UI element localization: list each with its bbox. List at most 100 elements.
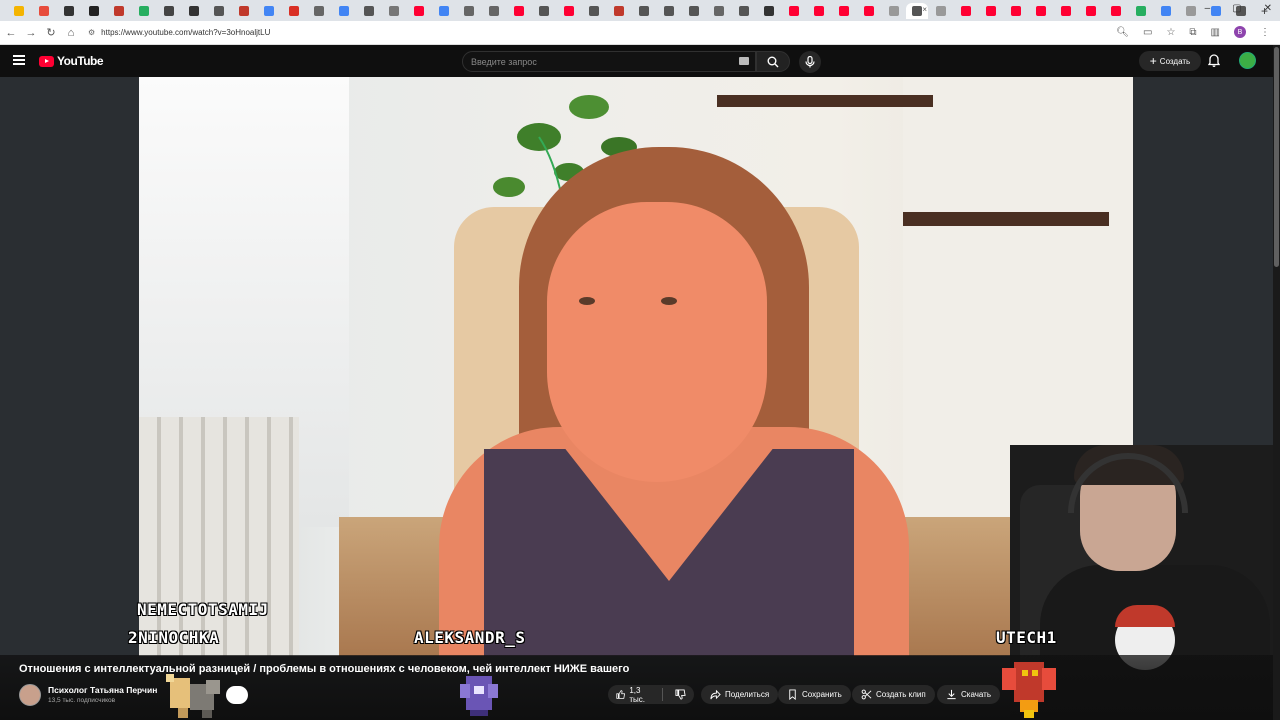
- browser-tab[interactable]: [406, 3, 431, 19]
- minimize-icon[interactable]: –: [1205, 3, 1211, 14]
- browser-tab[interactable]: [1078, 3, 1103, 19]
- browser-tab[interactable]: [881, 3, 906, 19]
- create-button-label: Создать: [1159, 56, 1191, 66]
- browser-tab[interactable]: [1028, 3, 1053, 19]
- browser-tab[interactable]: [56, 3, 81, 19]
- browser-tab[interactable]: [156, 3, 181, 19]
- browser-tab[interactable]: [731, 3, 756, 19]
- browser-tab[interactable]: [1153, 3, 1178, 19]
- cast-icon[interactable]: ▭: [1143, 27, 1152, 38]
- browser-tab[interactable]: [481, 3, 506, 19]
- browser-tab-strip: × +: [0, 0, 1280, 21]
- back-icon[interactable]: ←: [2, 27, 20, 39]
- reload-icon[interactable]: ↻: [42, 26, 60, 39]
- browser-tab[interactable]: [1178, 3, 1203, 19]
- browser-tab[interactable]: [256, 3, 281, 19]
- browser-tab[interactable]: [1003, 3, 1028, 19]
- search-input[interactable]: [463, 52, 723, 72]
- tab-favicon-icon: [863, 5, 874, 16]
- browser-tab[interactable]: [928, 3, 953, 19]
- browser-tab[interactable]: [806, 3, 831, 19]
- tab-favicon-icon: [38, 5, 49, 16]
- voice-search-button[interactable]: [799, 51, 821, 73]
- forward-icon[interactable]: →: [22, 27, 40, 39]
- browser-tab[interactable]: [31, 3, 56, 19]
- browser-tab[interactable]: [656, 3, 681, 19]
- overlay-username: ALEKSANDR_S: [414, 628, 526, 647]
- browser-tab[interactable]: [953, 3, 978, 19]
- browser-tab[interactable]: [331, 3, 356, 19]
- create-button[interactable]: + Создать: [1139, 51, 1201, 71]
- browser-tab[interactable]: [81, 3, 106, 19]
- browser-tab[interactable]: [506, 3, 531, 19]
- keyboard-icon[interactable]: [739, 57, 749, 65]
- bookmark-icon: [789, 689, 796, 700]
- browser-tab[interactable]: [281, 3, 306, 19]
- browser-tab[interactable]: [606, 3, 631, 19]
- browser-menu-icon[interactable]: ⋮: [1260, 27, 1270, 38]
- browser-tab[interactable]: [306, 3, 331, 19]
- browser-tab[interactable]: [756, 3, 781, 19]
- channel-name[interactable]: Психолог Татьяна Перчин: [48, 685, 157, 695]
- browser-tab[interactable]: [856, 3, 881, 19]
- youtube-logo[interactable]: YouTube: [39, 54, 104, 68]
- tab-favicon-icon: [588, 5, 599, 16]
- browser-tab[interactable]: [978, 3, 1003, 19]
- bookmark-star-icon[interactable]: ☆: [1166, 27, 1175, 38]
- hamburger-menu-icon[interactable]: [13, 55, 25, 65]
- browser-tab[interactable]: [181, 3, 206, 19]
- tab-favicon-icon: [713, 5, 724, 16]
- notifications-bell-icon[interactable]: [1207, 53, 1221, 72]
- user-avatar[interactable]: [1239, 52, 1256, 69]
- sidebar-icon[interactable]: ▥: [1211, 27, 1220, 38]
- browser-tab[interactable]: [781, 3, 806, 19]
- tab-favicon-icon: [935, 5, 946, 16]
- extensions-icon[interactable]: ⧉: [1189, 27, 1196, 38]
- browser-tab[interactable]: [1103, 3, 1128, 19]
- browser-tab[interactable]: [1128, 3, 1153, 19]
- video-shelf: [717, 95, 933, 107]
- search-button[interactable]: [756, 51, 790, 72]
- dislike-button[interactable]: [667, 689, 694, 700]
- browser-tab[interactable]: [431, 3, 456, 19]
- create-clip-button[interactable]: Создать клип: [852, 685, 935, 704]
- like-button[interactable]: 1,3 тыс.: [608, 686, 663, 704]
- close-window-icon[interactable]: ✕: [1264, 3, 1272, 14]
- browser-tab[interactable]: [381, 3, 406, 19]
- close-tab-icon[interactable]: ×: [922, 5, 927, 14]
- video-player[interactable]: [0, 77, 1280, 720]
- home-icon[interactable]: ⌂: [62, 27, 80, 39]
- browser-tab[interactable]: [206, 3, 231, 19]
- video-frame[interactable]: [139, 77, 1133, 656]
- search-box: [462, 51, 756, 72]
- video-title: Отношения с интеллектуальной разницей / …: [19, 663, 630, 675]
- browser-tab[interactable]: [131, 3, 156, 19]
- browser-tab[interactable]: ×: [906, 2, 928, 19]
- browser-tab[interactable]: [106, 3, 131, 19]
- download-button[interactable]: Скачать: [937, 685, 1000, 704]
- share-button[interactable]: Поделиться: [701, 685, 779, 704]
- browser-tab[interactable]: [556, 3, 581, 19]
- browser-tab[interactable]: [456, 3, 481, 19]
- browser-tab[interactable]: [681, 3, 706, 19]
- maximize-icon[interactable]: ▢: [1232, 3, 1241, 14]
- profile-avatar[interactable]: B: [1234, 26, 1246, 38]
- browser-tab[interactable]: [231, 3, 256, 19]
- scrollbar-thumb[interactable]: [1274, 47, 1279, 267]
- url-field[interactable]: ⚙ https://www.youtube.com/watch?v=3oHnoa…: [88, 28, 270, 37]
- channel-avatar[interactable]: [19, 684, 41, 706]
- browser-tab[interactable]: [1053, 3, 1078, 19]
- browser-tab[interactable]: [631, 3, 656, 19]
- tab-favicon-icon: [738, 5, 749, 16]
- zoom-icon[interactable]: 🔍︎: [1116, 27, 1129, 38]
- browser-tab[interactable]: [531, 3, 556, 19]
- browser-tab[interactable]: [356, 3, 381, 19]
- browser-tab[interactable]: [831, 3, 856, 19]
- save-button[interactable]: Сохранить: [778, 685, 851, 704]
- page-scrollbar[interactable]: [1273, 45, 1280, 720]
- browser-tab[interactable]: [581, 3, 606, 19]
- browser-tab[interactable]: [6, 3, 31, 19]
- url-text[interactable]: https://www.youtube.com/watch?v=3oHnoalj…: [101, 28, 270, 37]
- site-info-icon[interactable]: ⚙: [88, 28, 95, 37]
- browser-tab[interactable]: [706, 3, 731, 19]
